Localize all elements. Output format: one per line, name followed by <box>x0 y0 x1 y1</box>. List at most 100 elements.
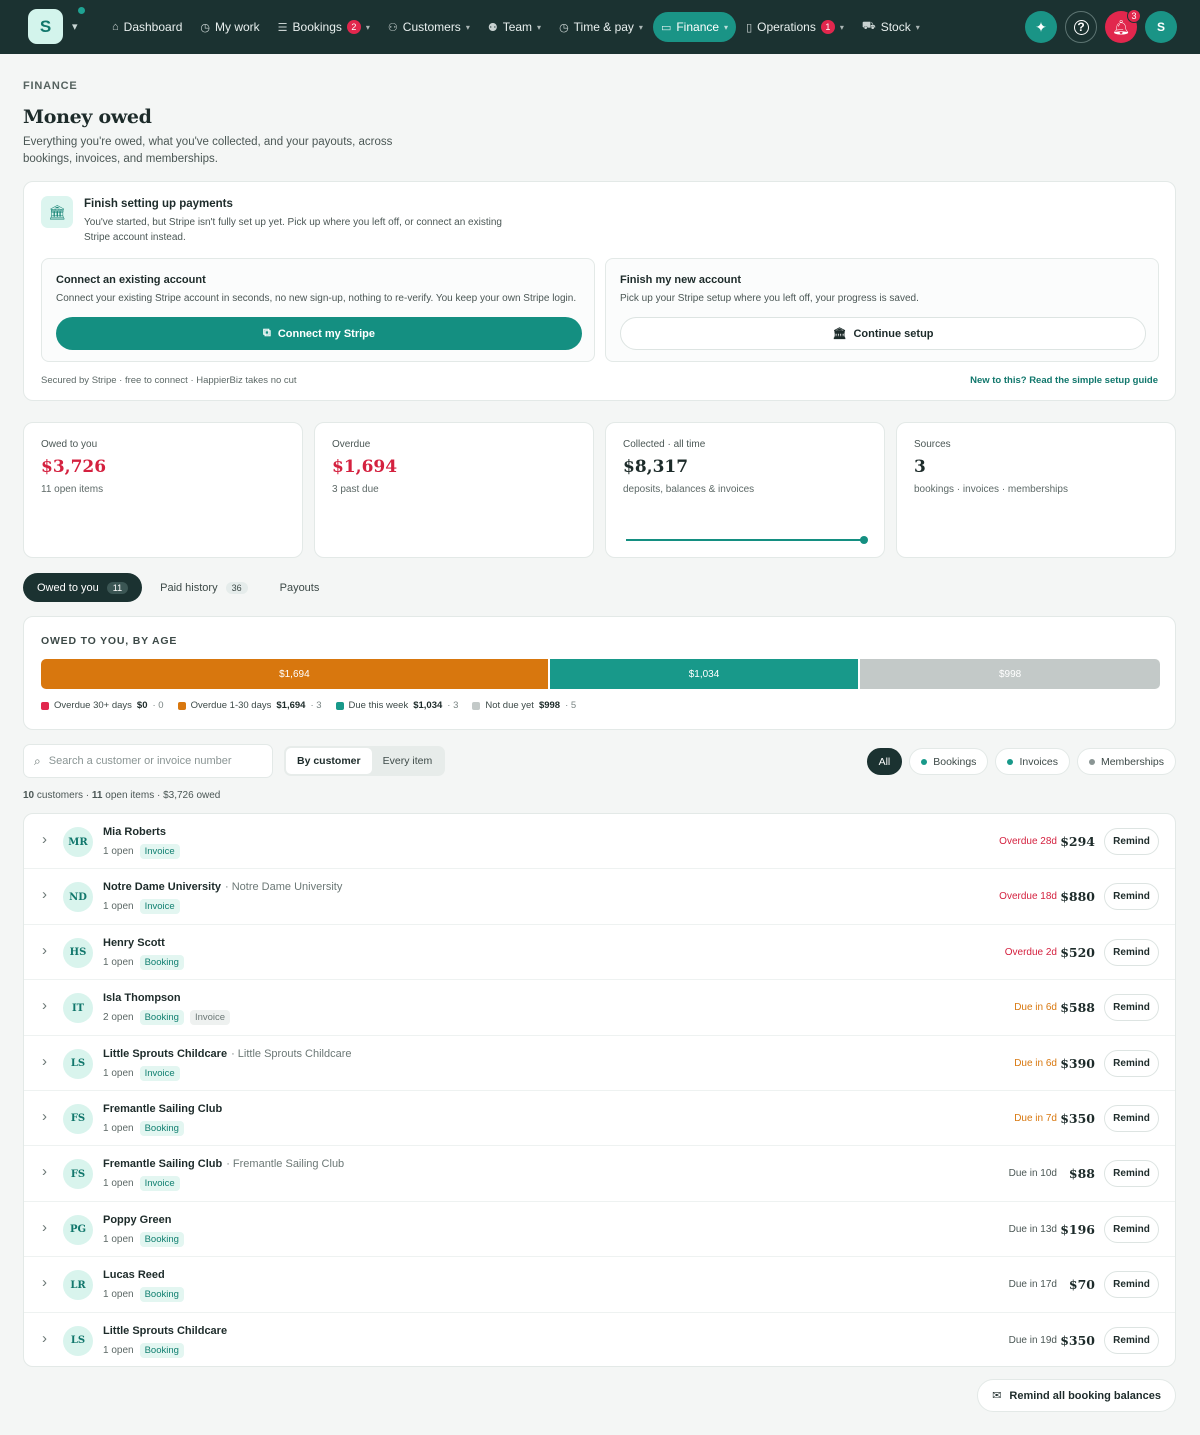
filter-bookings[interactable]: Bookings <box>909 748 989 775</box>
nav-badge: 2 <box>346 20 361 34</box>
chevron-right-icon[interactable]: › <box>42 831 47 848</box>
table-row[interactable]: › LR Lucas Reed 1 open Booking Due in 17d $70 R… <box>24 1257 1175 1313</box>
remind-button[interactable]: Remind <box>1104 828 1159 855</box>
remind-button[interactable]: Remind <box>1104 994 1159 1022</box>
remind-button[interactable]: Remind <box>1104 1215 1159 1243</box>
filter-label: Invoices <box>1019 755 1058 768</box>
table-row[interactable]: › ND Notre Dame University · Notre Dame Uni… <box>24 869 1175 925</box>
chevron-right-icon[interactable]: › <box>42 1053 47 1070</box>
nav-item-label: Operations <box>757 20 816 34</box>
filter-dot <box>921 758 928 765</box>
stat-card-0: Owed to you $3,726 11 open items <box>23 422 303 558</box>
customer-name-text: Mia Roberts <box>103 826 166 838</box>
nav-item-dashboard[interactable]: ⌂ Dashboard <box>104 12 190 42</box>
connect-stripe-label: Connect my Stripe <box>277 327 376 340</box>
filter-memberships[interactable]: Memberships <box>1076 748 1176 775</box>
chevron-right-icon[interactable]: › <box>42 1330 47 1347</box>
customer-name-text: Little Sprouts Childcare <box>103 1324 228 1337</box>
due-status: Due in 13d <box>1008 1223 1057 1235</box>
source-tag: Booking <box>139 1231 184 1247</box>
help-button[interactable]: ? <box>1065 11 1097 43</box>
legend-label: Overdue 30+ days <box>54 700 132 711</box>
table-row[interactable]: › LS Little Sprouts Childcare · Little Spro… <box>24 1036 1175 1091</box>
chevron-down-icon: ▾ <box>465 22 470 32</box>
nav-item-finance[interactable]: ▭ Finance ▾ <box>652 12 737 42</box>
remind-button[interactable]: Remind <box>1104 1326 1159 1354</box>
nav-item-customers[interactable]: ⚇ Customers ▾ <box>380 12 478 42</box>
customer-name: Notre Dame University · Notre Dame Univer… <box>103 881 342 893</box>
tab-count: 36 <box>225 581 248 594</box>
workspace-chevron-down-icon[interactable]: ▾ <box>72 20 78 33</box>
avatar: FS <box>63 1103 93 1134</box>
app-logo[interactable]: S <box>28 9 63 44</box>
due-status: Due in 10d <box>1008 1168 1057 1180</box>
tab-paid-history[interactable]: Paid history 36 <box>146 573 262 602</box>
nav-item-time-pay[interactable]: ◷ Time & pay ▾ <box>551 12 651 42</box>
tab-payouts[interactable]: Payouts <box>266 573 334 602</box>
table-row[interactable]: › IT Isla Thompson 2 open Booking Invoice Due … <box>24 980 1175 1036</box>
row-meta: 1 open Booking <box>103 954 184 970</box>
remind-button[interactable]: Remind <box>1104 938 1159 966</box>
nav-item-operations[interactable]: ▯ Operations 1 ▾ <box>738 12 852 42</box>
row-meta: 1 open Invoice <box>103 899 180 915</box>
stat-label: Collected · all time <box>623 439 706 450</box>
amount-owed: $520 <box>1060 944 1095 960</box>
legend-item: Overdue 1-30 days $1,694 · 3 <box>177 700 322 711</box>
remind-button[interactable]: Remind <box>1104 1271 1159 1299</box>
stat-value: 3 <box>914 457 926 477</box>
status-dot <box>78 7 85 14</box>
continue-setup-button[interactable]: 🏛︎ Continue setup <box>620 317 1146 350</box>
ai-sparkle-button[interactable]: ✦ <box>1025 11 1057 43</box>
table-row[interactable]: › FS Fremantle Sailing Club 1 open Booking Du… <box>24 1091 1175 1147</box>
notifications-button[interactable]: 🔔︎ 3 <box>1105 9 1141 43</box>
legend-swatch <box>335 701 344 710</box>
nav-item-bookings[interactable]: ☰ Bookings 2 ▾ <box>270 12 378 42</box>
tab-owed-to-you[interactable]: Owed to you 11 <box>23 573 143 602</box>
search-placeholder: Search a customer or invoice number <box>48 755 232 767</box>
remind-all-button[interactable]: ✉ Remind all booking balances <box>977 1379 1176 1412</box>
customer-name: Fremantle Sailing Club · Fremantle Sailin… <box>103 1158 344 1170</box>
owed-customer-list: › MR Mia Roberts 1 open Invoice Overdue 28d $2… <box>23 813 1176 1367</box>
nav-item-team[interactable]: ⚉ Team ▾ <box>480 12 549 42</box>
chevron-right-icon[interactable]: › <box>42 1163 47 1180</box>
chevron-down-icon: ▾ <box>638 22 643 32</box>
chevron-down-icon: ▾ <box>915 22 920 32</box>
chevron-right-icon[interactable]: › <box>42 1108 47 1125</box>
chevron-right-icon[interactable]: › <box>42 1219 47 1236</box>
table-row[interactable]: › MR Mia Roberts 1 open Invoice Overdue 28d $2… <box>24 814 1175 870</box>
view-by-customer-button[interactable]: By customer <box>286 748 372 774</box>
customer-name: Isla Thompson <box>103 992 181 1004</box>
setup-guide-link[interactable]: New to this? Read the simple setup guide <box>970 375 1158 386</box>
chevron-right-icon[interactable]: › <box>42 997 47 1014</box>
amount-owed: $350 <box>1060 1110 1095 1126</box>
connect-stripe-button[interactable]: ⧉ Connect my Stripe <box>56 317 582 350</box>
filter-invoices[interactable]: Invoices <box>995 748 1070 775</box>
remind-button[interactable]: Remind <box>1104 1160 1159 1188</box>
filter-all[interactable]: All <box>866 748 903 775</box>
chevron-right-icon[interactable]: › <box>42 942 47 959</box>
legend-count: · 3 <box>310 700 322 711</box>
source-tag: Invoice <box>139 1176 180 1192</box>
tab-label: Owed to you <box>37 581 99 594</box>
source-tag: Booking <box>139 1342 184 1358</box>
remind-button[interactable]: Remind <box>1104 883 1159 911</box>
nav-item-stock[interactable]: ⛟ Stock ▾ <box>854 12 928 42</box>
table-row[interactable]: › HS Henry Scott 1 open Booking Overdue 2d $52… <box>24 925 1175 981</box>
avatar: HS <box>63 937 93 968</box>
table-row[interactable]: › FS Fremantle Sailing Club · Fremantle Sai… <box>24 1146 1175 1202</box>
table-row[interactable]: › PG Poppy Green 1 open Booking Due in 13d $19… <box>24 1202 1175 1258</box>
remind-button[interactable]: Remind <box>1104 1049 1159 1077</box>
due-status: Due in 6d <box>1014 1002 1057 1014</box>
search-input[interactable]: ⌕ Search a customer or invoice number <box>23 744 273 778</box>
chevron-right-icon[interactable]: › <box>42 886 47 903</box>
source-tag: Booking <box>139 1287 184 1303</box>
nav-item-my-work[interactable]: ◷ My work <box>192 12 267 42</box>
avatar: PG <box>63 1214 93 1245</box>
table-row[interactable]: › LS Little Sprouts Childcare 1 open Booking… <box>24 1313 1175 1366</box>
remind-button[interactable]: Remind <box>1104 1104 1159 1132</box>
stat-subtext: deposits, balances & invoices <box>623 484 755 495</box>
view-every-item-button[interactable]: Every item <box>372 748 444 774</box>
customer-name-text: Fremantle Sailing Club <box>103 1102 223 1115</box>
chevron-right-icon[interactable]: › <box>42 1274 47 1291</box>
user-avatar[interactable]: S <box>1145 11 1177 43</box>
